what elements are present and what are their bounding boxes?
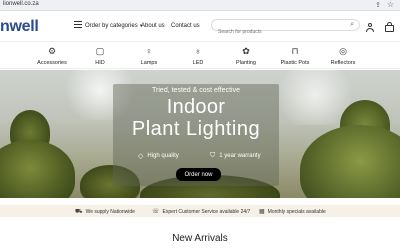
accessories-icon: ⚙: [47, 46, 57, 56]
category-label: LED: [192, 60, 204, 66]
nav-categories-label: Order by categories: [85, 23, 138, 29]
info-customer-service: ☏ Expert Customer Service available 24/7: [152, 208, 251, 216]
support-icon: ☏: [152, 209, 160, 215]
site-header: nwell Order by categories ▾ About us Con…: [0, 11, 400, 41]
category-reflectors[interactable]: ◎ Reflectors: [320, 45, 366, 66]
user-account-icon[interactable]: [366, 23, 374, 32]
diamond-icon: ◇: [138, 153, 144, 160]
info-strip: ⛟ We supply Nationwide ☏ Expert Customer…: [0, 205, 400, 217]
reflector-icon: ◎: [339, 46, 347, 56]
hero-title-line1: Indoor: [166, 96, 226, 118]
info-specials: ▦ Monthly specials available: [259, 208, 326, 216]
category-label: Lamps: [140, 60, 158, 66]
plant-image: [0, 140, 75, 198]
url-text[interactable]: lionwell.co.za: [3, 1, 39, 7]
nav-contact-us[interactable]: Contact us: [171, 23, 200, 29]
browser-address-bar[interactable]: lionwell.co.za ⇪ ☆: [0, 0, 400, 11]
pot-icon: ⊓: [291, 46, 299, 56]
category-label: Accessories: [37, 60, 67, 66]
led-icon: ♁: [194, 46, 202, 56]
hid-icon: ▢: [95, 46, 105, 56]
hero-title-line2: Plant Lighting: [131, 118, 261, 140]
category-label: Planting: [236, 60, 256, 66]
category-label: Reflectors: [330, 60, 356, 66]
search-box[interactable]: ⌕: [211, 19, 360, 37]
share-icon[interactable]: ⇪: [375, 1, 381, 9]
planting-icon: ✿: [242, 46, 250, 56]
nav-about-us[interactable]: About us: [141, 23, 165, 29]
category-bar: ⚙ Accessories ▢ HID ♀ Lamps ♁ LED ✿ Plan…: [0, 41, 400, 69]
calendar-icon: ▦: [259, 209, 265, 215]
new-arrivals-heading: New Arrivals: [172, 233, 228, 244]
shopping-bag-icon[interactable]: [385, 22, 394, 32]
feature-label: 1 year warranty: [219, 153, 261, 159]
site-logo[interactable]: nwell: [0, 18, 39, 36]
hero-tagline: Tried, tested & cost effective: [152, 87, 240, 94]
feature-label: High quality: [147, 153, 179, 159]
feature-high-quality: ◇ High quality: [138, 152, 179, 160]
category-plastic-pots[interactable]: ⊓ Plastic Pots: [272, 45, 318, 66]
nav-order-by-categories[interactable]: Order by categories ▾: [85, 23, 142, 29]
category-label: HID: [95, 60, 105, 66]
category-hid[interactable]: ▢ HID: [77, 45, 123, 66]
info-text: Monthly specials available: [267, 208, 326, 215]
category-label: Plastic Pots: [280, 60, 310, 66]
feature-warranty: ⛉ 1 year warranty: [210, 152, 261, 160]
truck-icon: ⛟: [75, 209, 83, 215]
hero-banner: Tried, tested & cost effective Indoor Pl…: [0, 70, 400, 198]
info-text: We supply Nationwide: [85, 209, 135, 215]
shield-icon: ⛉: [210, 152, 216, 159]
category-led[interactable]: ♁ LED: [175, 45, 221, 66]
category-planting[interactable]: ✿ Planting: [223, 45, 269, 66]
info-text: Expert Customer Service available 24/7: [162, 208, 251, 215]
category-accessories[interactable]: ⚙ Accessories: [29, 45, 75, 66]
order-now-button[interactable]: Order now: [176, 168, 221, 181]
bookmark-star-icon[interactable]: ☆: [387, 0, 394, 9]
category-lamps[interactable]: ♀ Lamps: [126, 45, 172, 66]
search-icon[interactable]: ⌕: [350, 21, 354, 29]
search-input[interactable]: [212, 27, 337, 37]
info-nationwide: ⛟ We supply Nationwide: [75, 208, 135, 216]
hamburger-menu-icon[interactable]: [74, 21, 82, 28]
plant-image: [300, 125, 400, 198]
lamp-icon: ♀: [145, 46, 153, 56]
